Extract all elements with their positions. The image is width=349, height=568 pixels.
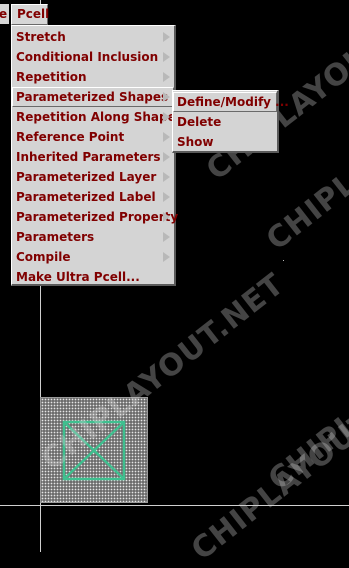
pcell-menu: Stretch Conditional Inclusion Repetition Pa… [11, 25, 178, 287]
menu-item-parameterized-shapes[interactable]: Parameterized Shapes [12, 87, 174, 107]
menubar-item-pcell[interactable]: Pcell [11, 4, 49, 25]
menu-item-repetition[interactable]: Repetition [12, 67, 174, 87]
menu-item-compile[interactable]: Compile [12, 247, 174, 267]
submenu-arrow-icon [163, 32, 170, 42]
menu-item-label: Inherited Parameters [16, 150, 161, 164]
submenu-arrow-icon [163, 232, 170, 242]
menu-item-inherited-parameters[interactable]: Inherited Parameters [12, 147, 174, 167]
x-axis-line [0, 505, 349, 506]
menu-item-reference-point[interactable]: Reference Point [12, 127, 174, 147]
submenu-item-label: Delete [177, 115, 222, 129]
menu-item-label: Make Ultra Pcell... [16, 270, 140, 284]
parameterized-shapes-submenu: Define/Modify ... Delete Show [172, 90, 289, 153]
menu-item-parameterized-property[interactable]: Parameterized Property [12, 207, 178, 227]
menu-item-label: Conditional Inclusion [16, 50, 159, 64]
submenu-arrow-icon [163, 192, 170, 202]
submenu-arrow-icon [163, 172, 170, 182]
menu-item-label: Parameterized Layer [16, 170, 157, 184]
submenu-item-delete[interactable]: Delete [173, 112, 277, 132]
menu-item-make-ultra-pcell[interactable]: Make Ultra Pcell... [12, 267, 174, 287]
menu-item-label: Reference Point [16, 130, 125, 144]
menu-item-repetition-along-shape[interactable]: Repetition Along Shape [12, 107, 176, 127]
menu-item-label: Parameterized Shapes [16, 90, 169, 104]
menu-item-label: Parameterized Label [16, 190, 156, 204]
menu-item-label: Parameters [16, 230, 95, 244]
menu-item-parameterized-layer[interactable]: Parameterized Layer [12, 167, 174, 187]
menu-item-parameters[interactable]: Parameters [12, 227, 174, 247]
submenu-arrow-icon [163, 92, 170, 102]
menu-item-conditional-inclusion[interactable]: Conditional Inclusion [12, 47, 174, 67]
submenu-arrow-icon [163, 112, 170, 122]
contact-cell-shape[interactable] [40, 397, 148, 503]
submenu-arrow-icon [163, 132, 170, 142]
submenu-arrow-icon [163, 212, 170, 222]
grid-dot [283, 260, 284, 261]
menu-item-stretch[interactable]: Stretch [12, 27, 174, 47]
menu-item-label: Compile [16, 250, 71, 264]
submenu-item-define-modify[interactable]: Define/Modify ... [173, 92, 289, 112]
submenu-arrow-icon [163, 52, 170, 62]
menubar-item-previous[interactable]: e [0, 4, 9, 24]
menu-item-label: Stretch [16, 30, 66, 44]
contact-x-icon [62, 420, 126, 481]
menu-item-label: Repetition [16, 70, 87, 84]
submenu-item-label: Define/Modify ... [177, 95, 289, 109]
submenu-arrow-icon [163, 252, 170, 262]
menu-item-parameterized-label[interactable]: Parameterized Label [12, 187, 174, 207]
menu-item-label: Parameterized Property [16, 210, 179, 224]
submenu-arrow-icon [163, 72, 170, 82]
submenu-item-label: Show [177, 135, 214, 149]
submenu-arrow-icon [163, 152, 170, 162]
menu-item-label: Repetition Along Shape [16, 110, 176, 124]
submenu-item-show[interactable]: Show [173, 132, 277, 152]
